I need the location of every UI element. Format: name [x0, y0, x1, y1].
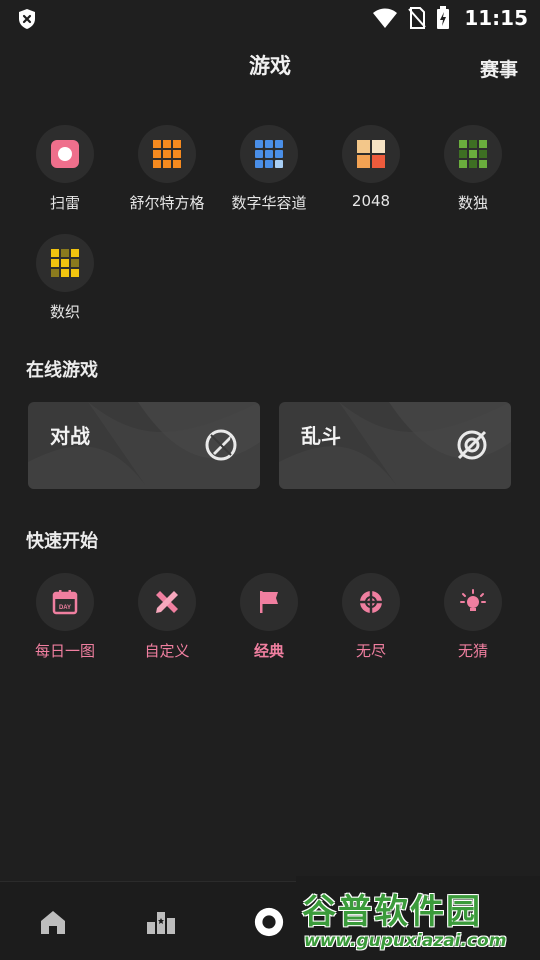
battery-charging-icon [437, 6, 450, 29]
nav-leaderboard[interactable] [145, 906, 177, 938]
wifi-icon [373, 8, 398, 28]
game-label: 数独 [457, 194, 488, 212]
card-label: 对战 [50, 424, 90, 448]
home-icon [41, 911, 65, 934]
battle-icon [205, 429, 237, 461]
2048-icon [357, 140, 385, 168]
game-2048[interactable]: 2048 [320, 125, 422, 210]
watermark-url: www.gupuxiazai.com [304, 931, 507, 951]
quick-label: 经典 [253, 642, 284, 660]
nav-game[interactable] [253, 906, 285, 938]
quick-daily[interactable]: DAY 每日一图 [14, 573, 116, 661]
number-slider-icon [255, 140, 283, 168]
status-bar: 11:15 [0, 0, 540, 36]
brawl-icon [457, 430, 487, 460]
game-nonogram[interactable]: 数织 [14, 234, 116, 322]
no-sim-icon [408, 7, 427, 29]
game-minesweeper[interactable]: 扫雷 [14, 125, 116, 213]
battle-card[interactable]: 对战 [28, 402, 260, 489]
watermark-brand: 谷普软件园 [302, 892, 482, 932]
clock: 11:15 [464, 6, 528, 30]
events-button[interactable]: 赛事 [480, 55, 518, 82]
quick-section-title: 快速开始 [26, 531, 98, 552]
schulte-grid-icon [153, 140, 181, 168]
game-label: 舒尔特方格 [129, 194, 205, 212]
quick-label: 无尽 [355, 642, 386, 660]
game-icon [254, 907, 284, 937]
quick-custom[interactable]: 自定义 [116, 573, 218, 661]
game-label: 2048 [351, 192, 391, 210]
nonogram-icon [51, 249, 79, 277]
quick-classic[interactable]: 经典 [218, 573, 320, 661]
game-sudoku[interactable]: 数独 [422, 125, 524, 213]
game-schulte[interactable]: 舒尔特方格 [116, 125, 218, 213]
quick-label: 每日一图 [34, 642, 95, 660]
card-label: 乱斗 [301, 424, 341, 448]
crosshair-icon [359, 590, 383, 614]
minesweeper-icon [51, 140, 79, 168]
leaderboard-icon [147, 912, 175, 934]
game-number-slider[interactable]: 数字华容道 [218, 125, 320, 213]
sudoku-icon [459, 140, 487, 168]
lightbulb-icon [460, 589, 486, 611]
nav-home[interactable] [37, 906, 69, 938]
ruler-pencil-icon [156, 591, 178, 613]
brawl-card[interactable]: 乱斗 [279, 402, 511, 489]
online-section-title: 在线游戏 [26, 360, 98, 381]
game-label: 扫雷 [49, 194, 80, 212]
svg-text:DAY: DAY [59, 605, 71, 611]
game-label: 数织 [49, 303, 80, 321]
quick-label: 无猜 [457, 642, 488, 660]
calendar-day-icon: DAY [52, 590, 78, 615]
watermark: 谷普软件园 www.gupuxiazai.com [296, 876, 540, 960]
quick-no-guess[interactable]: 无猜 [422, 573, 524, 661]
game-label: 数字华容道 [231, 194, 307, 212]
flag-icon [260, 591, 278, 613]
shield-icon [19, 9, 35, 29]
quick-endless[interactable]: 无尽 [320, 573, 422, 661]
page-title: 游戏 [249, 54, 291, 78]
quick-label: 自定义 [144, 642, 190, 660]
